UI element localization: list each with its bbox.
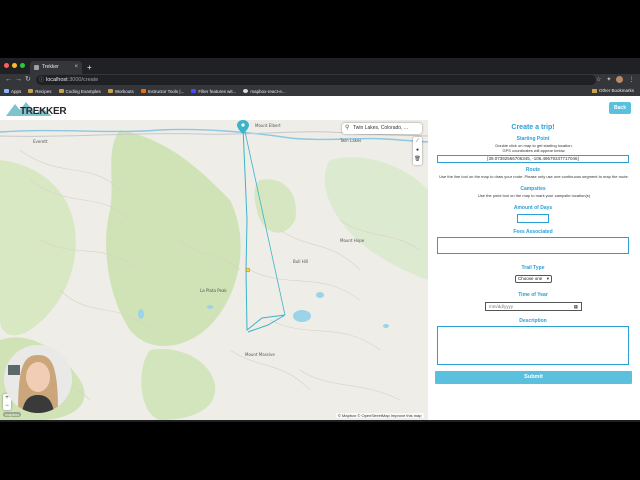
tab-strip bbox=[0, 58, 640, 74]
search-icon: ⚲ bbox=[345, 125, 350, 131]
new-tab-button[interactable]: + bbox=[87, 61, 92, 74]
zoom-out-button[interactable]: − bbox=[3, 402, 11, 410]
days-label: Amount of Days bbox=[513, 205, 553, 211]
info-icon: ⓘ bbox=[39, 77, 45, 83]
back-button[interactable]: Back bbox=[609, 102, 631, 114]
webcam-overlay bbox=[4, 345, 72, 413]
reload-icon[interactable]: ↻ bbox=[25, 74, 31, 86]
url-path: :3000/create bbox=[67, 77, 99, 83]
bookmark-filter-features[interactable]: Filter features wit... bbox=[191, 89, 236, 94]
map-label-mount-elbert: Mount Elbert bbox=[255, 123, 281, 128]
form-title: Create a trip! bbox=[511, 124, 555, 131]
presenter-avatar bbox=[4, 345, 72, 413]
starting-point-label: Starting Point bbox=[516, 136, 550, 142]
browser-tab[interactable]: Trekker × bbox=[30, 61, 82, 74]
trail-type-label: Trail Type bbox=[521, 265, 545, 271]
days-input[interactable] bbox=[517, 214, 549, 223]
coordinates-field[interactable]: [39.07392566706345, -106.48679337717046] bbox=[437, 155, 629, 163]
campsites-help: Use the point tool on the map to mark yo… bbox=[477, 193, 591, 198]
app-logo[interactable]: TREKKER bbox=[20, 106, 67, 117]
apps-icon bbox=[4, 89, 9, 93]
bookmark-mapbox-react[interactable]: mapbox-react-e... bbox=[243, 89, 286, 94]
trail-type-value: Choose one bbox=[518, 276, 543, 281]
map-label-la-plata: La Plata Peak bbox=[200, 288, 227, 293]
date-input[interactable]: mm/dd/yyyy ▦ bbox=[485, 302, 582, 311]
bookmark-coding-examples[interactable]: Coding Examples bbox=[58, 89, 101, 94]
page-icon bbox=[140, 89, 146, 93]
map-attribution[interactable]: © Mapbox © OpenStreetMap Improve this ma… bbox=[336, 413, 424, 418]
page-icon bbox=[191, 89, 197, 93]
map-search-input[interactable]: ⚲ Twin Lakes, Colorado, ... bbox=[342, 123, 422, 134]
back-arrow-icon[interactable]: ← bbox=[5, 74, 12, 86]
bookmark-workouts[interactable]: Workouts bbox=[107, 89, 134, 94]
star-icon[interactable]: ☆ bbox=[596, 74, 601, 86]
campsites-label: Campsites bbox=[520, 186, 546, 192]
window-controls bbox=[4, 63, 25, 68]
folder-icon bbox=[58, 89, 64, 93]
date-placeholder: mm/dd/yyyy bbox=[489, 304, 514, 309]
trash-tool-icon[interactable]: 🗑 bbox=[413, 155, 422, 164]
trail-type-select[interactable]: Choose one ▾ bbox=[515, 275, 552, 283]
map-search-value: Twin Lakes, Colorado, ... bbox=[353, 125, 409, 131]
bookmark-instructor-tools[interactable]: Instructor Tools |... bbox=[140, 89, 184, 94]
map-label-bull-hill: Bull Hill bbox=[293, 259, 308, 264]
github-icon bbox=[243, 89, 249, 93]
maximize-window-button[interactable] bbox=[20, 63, 25, 68]
time-label: Time of Year bbox=[518, 292, 548, 298]
tab-title: Trekker bbox=[42, 64, 59, 70]
map-label-mount-hope: Mount Hope bbox=[340, 238, 365, 243]
folder-icon bbox=[591, 89, 597, 93]
toolbar-icons: ☆ ✦ ⋮ bbox=[596, 74, 634, 86]
other-bookmarks[interactable]: Other Bookmarks bbox=[591, 86, 634, 96]
bookmarks-bar: Apps Recipes Coding Examples Workouts In… bbox=[0, 86, 640, 96]
route-label: Route bbox=[525, 167, 541, 173]
description-label: Description bbox=[519, 318, 547, 324]
draw-toolbar: ⟋ ● 🗑 bbox=[413, 137, 422, 165]
gps-help: GPS coordinates will appear below. bbox=[502, 148, 566, 153]
tab-favicon-icon bbox=[34, 65, 39, 70]
mapbox-logo[interactable]: mapbox bbox=[3, 412, 22, 417]
folder-icon bbox=[28, 89, 34, 93]
close-tab-icon[interactable]: × bbox=[74, 61, 78, 74]
url-host: localhost bbox=[46, 77, 68, 83]
point-tool-icon[interactable]: ● bbox=[413, 146, 422, 155]
profile-avatar[interactable] bbox=[616, 76, 624, 83]
submit-button[interactable]: Submit bbox=[435, 371, 632, 384]
app-header bbox=[0, 96, 640, 120]
chevron-down-icon: ▾ bbox=[546, 276, 549, 281]
minimize-window-button[interactable] bbox=[12, 63, 17, 68]
map-label-twin-lakes: Twin Lakes bbox=[339, 138, 361, 143]
close-window-button[interactable] bbox=[4, 63, 9, 68]
map-label-everett: Everett bbox=[33, 139, 48, 144]
forward-arrow-icon[interactable]: → bbox=[15, 74, 22, 86]
folder-icon bbox=[107, 89, 113, 93]
fees-label: Fees Associated bbox=[513, 229, 553, 235]
line-tool-icon[interactable]: ⟋ bbox=[413, 137, 422, 146]
calendar-icon[interactable]: ▦ bbox=[574, 303, 578, 310]
fees-input[interactable] bbox=[437, 237, 629, 254]
description-textarea[interactable] bbox=[437, 326, 629, 365]
bookmark-recipes[interactable]: Recipes bbox=[28, 89, 52, 94]
route-help: Use the line tool on the map to draw you… bbox=[439, 174, 629, 179]
bookmark-apps[interactable]: Apps bbox=[4, 89, 21, 94]
map-label-mount-massive: Mount Massive bbox=[245, 352, 275, 357]
address-bar[interactable]: ⓘ localhost:3000/create bbox=[36, 75, 596, 85]
extensions-icon[interactable]: ✦ bbox=[606, 74, 611, 86]
menu-icon[interactable]: ⋮ bbox=[628, 74, 634, 86]
